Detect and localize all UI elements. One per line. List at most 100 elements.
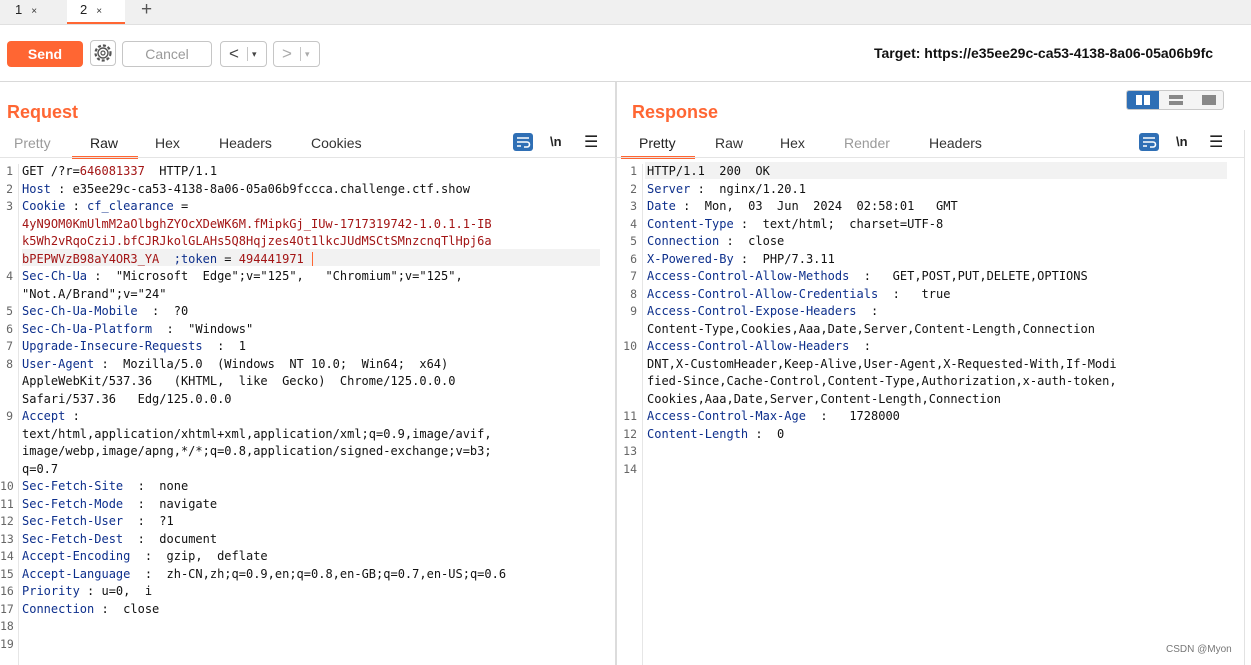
line-number: 18 [0, 619, 14, 633]
target-label[interactable]: Target: https://e35ee29c-ca53-4138-8a06-… [874, 45, 1213, 61]
request-editor[interactable]: 1 2 3 4 5 6 7 8 9 10 11 12 13 14 15 16 1… [0, 164, 615, 665]
layout-toggle[interactable] [1126, 90, 1224, 110]
tab-pretty[interactable]: Pretty [14, 135, 51, 151]
settings-button[interactable] [90, 40, 116, 66]
divider [617, 157, 1244, 158]
line-number: 8 [630, 286, 637, 301]
back-button[interactable]: < ▾ [220, 41, 267, 67]
header-line: Host : e35ee29c-ca53-4138-8a06-05a06b9fc… [22, 181, 470, 196]
header-name: Connection [22, 601, 95, 616]
header-name: Cookie [22, 199, 66, 213]
newline-toggle[interactable]: \n [1176, 134, 1188, 149]
toolbar: Send Cancel < ▾ > ▾ Target: https://e35e… [0, 25, 1251, 82]
header-value: nginx/1.20.1 [704, 181, 806, 196]
header-name: Sec-Fetch-Mode [22, 496, 124, 511]
header-name: Access-Control-Allow-Credentials [647, 286, 879, 301]
divider [300, 47, 301, 61]
tab-hex[interactable]: Hex [780, 135, 805, 151]
header-name: Host [22, 181, 51, 196]
header-value: 0 [762, 426, 785, 441]
scrollbar[interactable] [1244, 130, 1245, 665]
layout-tabs[interactable] [1193, 91, 1223, 109]
header-value: true [899, 286, 951, 301]
pretty-print-toggle[interactable] [513, 133, 533, 156]
header-value: u=0, i [94, 584, 153, 598]
request-line: GET /?r=646081337 HTTP/1.1 [22, 164, 217, 178]
header-value: Safari/537.36 Edg/125.0.0.0 [22, 391, 232, 406]
header-line: Connection : close [647, 234, 785, 248]
repeater-tab-1[interactable]: 1 × [10, 0, 60, 24]
watermark: CSDN @Myon⁠ [1166, 644, 1232, 655]
response-editor[interactable]: 1 2 3 4 5 6 7 8 9 10 11 12 13 14 HTTP/1.… [617, 162, 1251, 665]
header-value: Mon, 03 Jun 2024 02:58:01 GMT [690, 199, 958, 213]
tab-label: 2 [80, 2, 88, 17]
tab-raw[interactable]: Raw [715, 135, 743, 151]
header-line: Sec-Fetch-Site : none [22, 479, 189, 493]
header-value: close [733, 234, 785, 248]
layout-side-by-side[interactable] [1127, 91, 1159, 109]
header-value: close [108, 601, 160, 616]
line-number: 15 [0, 566, 14, 581]
header-value: "Microsoft Edge";v="125", "Chromium";v="… [101, 269, 463, 283]
line-number: 1 [630, 164, 637, 178]
line-number: 19 [0, 636, 14, 651]
menu-icon[interactable]: ☰ [584, 132, 598, 152]
line-number: 12 [0, 514, 14, 528]
repeater-tab-2[interactable]: 2 × [67, 0, 125, 24]
header-value: GET,POST,PUT,DELETE,OPTIONS [870, 269, 1088, 283]
send-button[interactable]: Send [7, 41, 83, 67]
add-tab-icon[interactable]: + [141, 0, 152, 21]
header-name: Server [647, 181, 691, 196]
columns-icon [1136, 95, 1150, 105]
header-line: Accept : [22, 409, 80, 423]
header-value: gzip, deflate [152, 549, 268, 563]
chevron-down-icon[interactable]: ▾ [305, 47, 310, 61]
header-value: none [144, 479, 189, 493]
single-pane-icon [1202, 95, 1216, 105]
cookie-value: k5Wh2vRqoCziJ.bfCJRJkolGLAHs5Q8Hqjzes4Ot… [22, 234, 492, 248]
status-line: HTTP/1.1 200 OK [647, 164, 770, 178]
chevron-down-icon[interactable]: ▾ [252, 47, 257, 61]
pretty-print-toggle[interactable] [1139, 133, 1159, 156]
request-title: Request [7, 102, 79, 122]
header-name: Accept-Language [22, 566, 131, 581]
line-number: 10 [623, 339, 637, 353]
menu-icon[interactable]: ☰ [1209, 132, 1223, 152]
line-number: 16 [0, 584, 14, 598]
tab-headers[interactable]: Headers [929, 135, 982, 151]
tab-raw[interactable]: Raw [90, 135, 118, 151]
tab-cookies[interactable]: Cookies [311, 135, 362, 151]
gear-icon [94, 44, 112, 62]
layout-stacked[interactable] [1160, 91, 1192, 109]
cookie-value: bPEPWVzB98aY4OR3_YA [22, 251, 160, 266]
header-line: Access-Control-Allow-Headers : [647, 339, 871, 353]
header-name: Content-Length [647, 426, 749, 441]
tab-label: 1 [15, 2, 23, 17]
header-line: Access-Control-Max-Age : 1728000 [647, 409, 900, 423]
header-name: Connection [647, 234, 720, 248]
header-name: Sec-Ch-Ua-Platform [22, 321, 153, 336]
request-panel: Request Pretty Raw Hex Headers Cookies \… [0, 82, 615, 665]
close-icon[interactable]: × [96, 6, 102, 17]
header-line: Access-Control-Expose-Headers : [647, 304, 878, 318]
close-icon[interactable]: × [31, 6, 37, 17]
cancel-button[interactable]: Cancel [122, 41, 212, 67]
header-name: Date [647, 199, 676, 213]
header-value: text/html; charset=UTF-8 [748, 216, 944, 231]
tab-pretty[interactable]: Pretty [639, 135, 676, 151]
header-name: Sec-Ch-Ua-Mobile [22, 304, 138, 318]
line-number: 5 [6, 304, 13, 318]
line-number: 6 [630, 251, 637, 266]
tab-headers[interactable]: Headers [219, 135, 272, 151]
forward-button[interactable]: > ▾ [273, 41, 320, 67]
line-number: 7 [6, 339, 13, 353]
header-line: Connection : close [22, 601, 160, 616]
header-name: Access-Control-Max-Age [647, 409, 806, 423]
tab-render[interactable]: Render [844, 135, 890, 151]
header-name: X-Powered-By [647, 251, 734, 266]
line-number: 9 [6, 409, 13, 423]
tab-hex[interactable]: Hex [155, 135, 180, 151]
line-number: 1 [6, 164, 13, 178]
line-number: 3 [630, 199, 637, 213]
newline-toggle[interactable]: \n [550, 134, 562, 149]
